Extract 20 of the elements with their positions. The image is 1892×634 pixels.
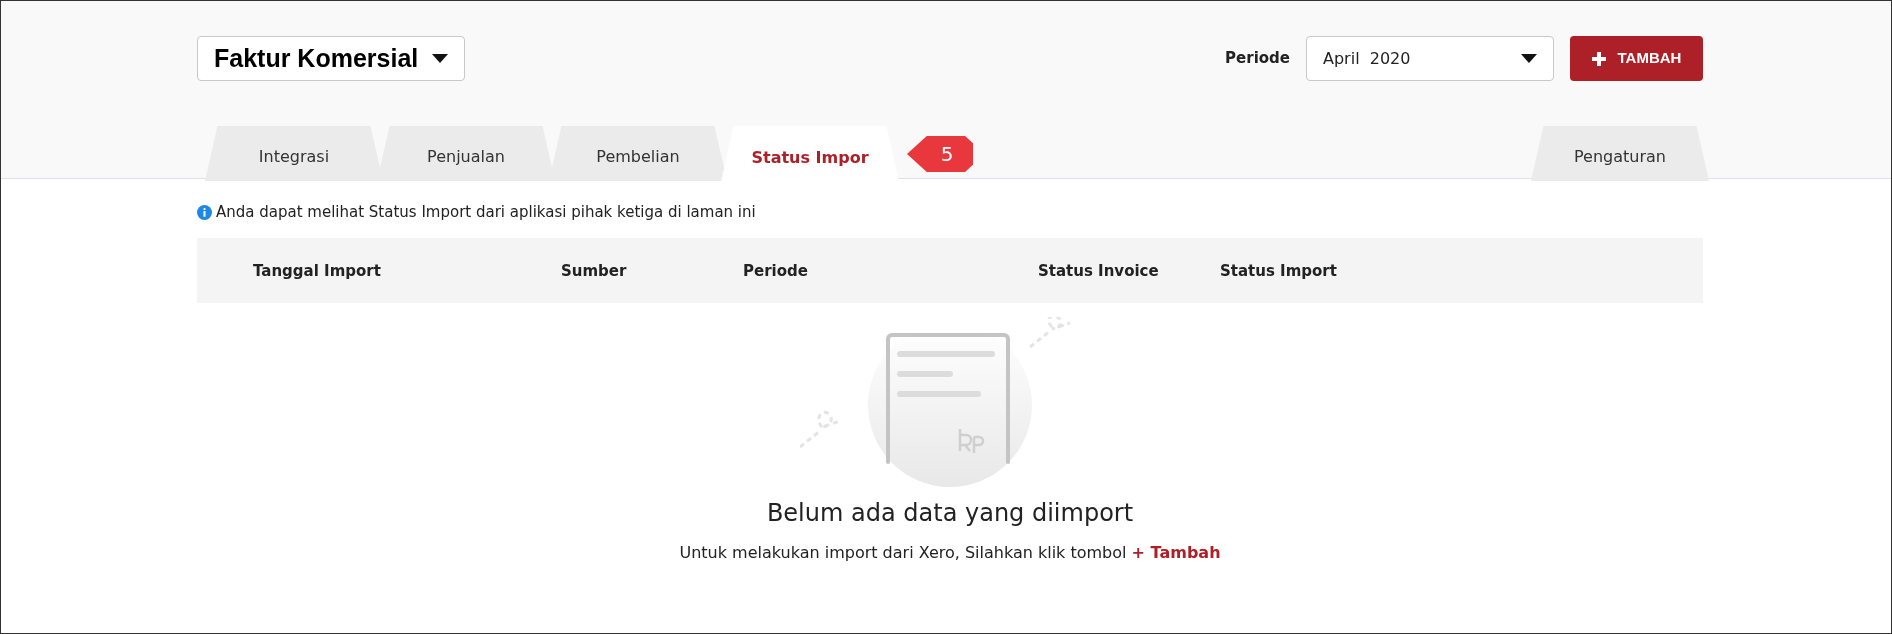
add-button[interactable]: TAMBAH: [1570, 36, 1703, 81]
period-label: Periode: [1225, 48, 1290, 70]
step-callout: 5: [907, 136, 973, 172]
caret-icon: [432, 54, 449, 63]
empty-state-message: Untuk melakukan import dari Xero, Silahkan klik tombol + Tambah: [679, 541, 1221, 564]
column-header: Status Import: [1220, 260, 1337, 282]
column-header: Tanggal Import: [253, 260, 381, 282]
column-header: Periode: [743, 260, 808, 282]
period-select[interactable]: April 2020: [1306, 36, 1554, 81]
tab[interactable]: Status Impor: [721, 126, 899, 182]
add-link[interactable]: + Tambah: [1131, 542, 1221, 562]
plus-icon: [1591, 51, 1606, 66]
column-header: Sumber: [561, 260, 627, 282]
info-text: Anda dapat melihat Status Import dari aplikasi pihak ketiga di laman ini: [216, 202, 756, 223]
empty-state-title: Belum ada data yang diimport: [766, 497, 1134, 529]
column-header: Status Invoice: [1038, 260, 1159, 282]
info-icon: [197, 204, 212, 220]
document-type-dropdown[interactable]: Faktur Komersial: [197, 36, 466, 81]
caret-icon: [1521, 54, 1537, 63]
tab[interactable]: Pengaturan: [1531, 126, 1709, 181]
